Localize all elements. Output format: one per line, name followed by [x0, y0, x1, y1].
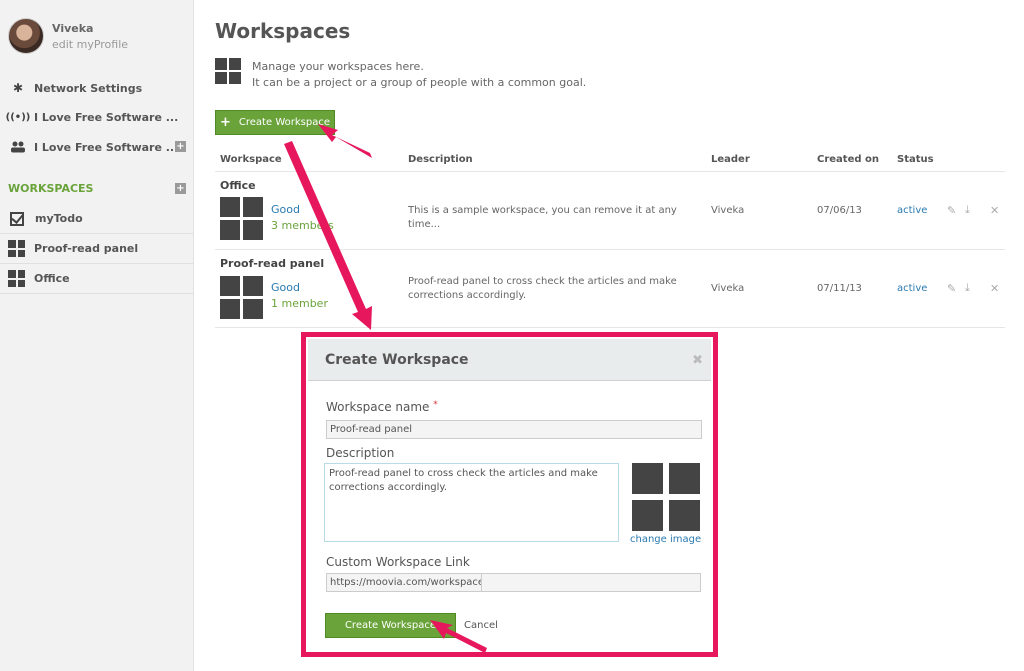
change-image-link[interactable]: change image: [630, 534, 701, 545]
column-header-description: Description: [408, 154, 473, 165]
grid-icon: [8, 240, 25, 257]
profile-name: Viveka: [52, 22, 94, 35]
workspace-created: 07/11/13: [817, 283, 862, 294]
grid-icon: [8, 270, 25, 287]
column-header-workspace: Workspace: [220, 154, 282, 165]
sidebar-item-network-settings[interactable]: ✱ Network Settings: [0, 73, 194, 103]
workspace-name-label: Workspace name *: [326, 400, 438, 414]
workspace-name[interactable]: Office: [220, 179, 256, 192]
workspace-description: Proof-read panel to cross check the arti…: [408, 276, 677, 301]
sidebar-item-mytodo[interactable]: myTodo: [0, 204, 194, 234]
sidebar-item-label: Office: [34, 272, 70, 285]
workspace-status[interactable]: active: [897, 283, 927, 294]
workspaces-heading: WORKSPACES: [8, 182, 94, 195]
workspace-members[interactable]: 1 member: [271, 297, 328, 310]
sidebar-item-proof-read-panel[interactable]: Proof-read panel: [0, 234, 194, 264]
create-workspace-label: Create Workspace: [238, 117, 330, 128]
workspace-status[interactable]: active: [897, 205, 927, 216]
download-icon[interactable]: ⤓: [965, 281, 970, 295]
submit-create-workspace-button[interactable]: Create Workspace: [325, 613, 456, 638]
gear-icon: ✱: [12, 81, 24, 95]
create-workspace-button[interactable]: + Create Workspace: [215, 110, 335, 135]
download-icon[interactable]: ⤓: [965, 203, 970, 217]
sidebar-item-label: myTodo: [35, 212, 83, 225]
workspace-leader: Viveka: [711, 283, 745, 294]
add-network-icon[interactable]: +: [175, 141, 186, 152]
column-header-created: Created on: [817, 154, 879, 165]
required-mark: *: [433, 400, 438, 410]
edit-icon[interactable]: ✎: [947, 204, 956, 217]
workspace-members[interactable]: 3 members: [271, 219, 334, 232]
sidebar: Viveka edit myProfile ✱ Network Settings…: [0, 0, 194, 671]
custom-link-prefix: https://moovia.com/workspace/: [326, 573, 487, 592]
workspace-grid-icon: [215, 58, 241, 84]
workspace-image: [220, 276, 263, 319]
wifi-icon: ((•)): [5, 111, 31, 123]
sidebar-item-network-2[interactable]: I Love Free Software ... +: [0, 132, 194, 162]
column-header-leader: Leader: [711, 154, 750, 165]
description-label: Description: [326, 446, 395, 460]
intro-text-2: It can be a project or a group of people…: [252, 76, 587, 89]
intro-text: Manage your workspaces here.: [252, 60, 424, 73]
checkbox-icon: [10, 211, 24, 226]
divider: [215, 327, 1005, 328]
add-workspace-icon[interactable]: +: [175, 183, 186, 194]
workspace-image: [220, 197, 263, 240]
workspace-description: This is a sample workspace, you can remo…: [408, 205, 677, 230]
plus-icon: +: [220, 115, 231, 130]
close-icon[interactable]: ✖: [692, 353, 703, 368]
workspace-name-input[interactable]: Proof-read panel: [326, 420, 702, 439]
sidebar-item-office[interactable]: Office: [0, 264, 194, 294]
cancel-button[interactable]: Cancel: [464, 620, 498, 631]
sidebar-item-network-1[interactable]: ((•)) I Love Free Software ...: [0, 102, 194, 132]
workspace-image-preview: [632, 463, 700, 531]
dialog-title: Create Workspace: [325, 352, 469, 368]
custom-link-label: Custom Workspace Link: [326, 555, 470, 569]
column-header-status: Status: [897, 154, 934, 165]
dialog-header: Create Workspace ✖: [308, 339, 711, 381]
edit-icon[interactable]: ✎: [947, 282, 956, 295]
workspace-rating[interactable]: Good: [271, 203, 300, 216]
divider: [215, 249, 1005, 250]
sidebar-item-label: I Love Free Software ...: [34, 110, 179, 124]
edit-profile-link[interactable]: edit myProfile: [52, 38, 128, 51]
page-title: Workspaces: [215, 19, 351, 43]
delete-icon[interactable]: ✕: [990, 282, 999, 295]
sidebar-item-label: I Love Free Software ...: [34, 140, 179, 154]
sidebar-item-label: Network Settings: [34, 81, 143, 95]
workspace-name-label-text: Workspace name: [326, 400, 430, 414]
profile: Viveka edit myProfile: [8, 18, 188, 58]
workspace-name[interactable]: Proof-read panel: [220, 257, 324, 270]
divider: [215, 171, 1005, 172]
custom-link-input[interactable]: [481, 573, 701, 592]
description-textarea[interactable]: Proof-read panel to cross check the arti…: [324, 463, 619, 542]
workspace-leader: Viveka: [711, 205, 745, 216]
avatar[interactable]: [8, 18, 44, 54]
sidebar-item-label: Proof-read panel: [34, 242, 139, 255]
workspace-created: 07/06/13: [817, 205, 862, 216]
workspace-rating[interactable]: Good: [271, 281, 300, 294]
delete-icon[interactable]: ✕: [990, 204, 999, 217]
create-workspace-dialog: Create Workspace ✖ Workspace name * Proo…: [301, 332, 718, 657]
people-icon: [10, 139, 26, 155]
